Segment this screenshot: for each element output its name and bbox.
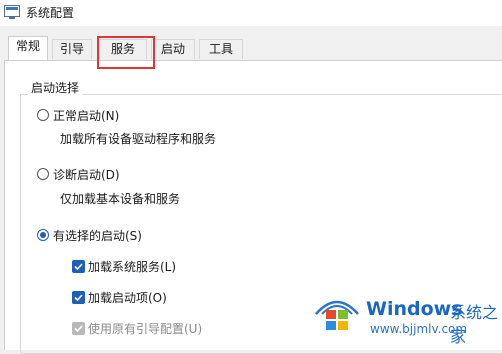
diagnostic-startup-label[interactable]: 诊断启动(D) [53,166,120,183]
watermark: Windows 系统之家 www.bjjmlv.com [314,290,502,346]
load-startup-items-checkbox[interactable] [72,291,85,304]
checkmark-icon [74,263,83,271]
services-tab-highlight [97,36,155,69]
load-system-services-label[interactable]: 加载系统服务(L) [88,258,176,275]
checkmark-icon [74,325,83,333]
tab-boot[interactable]: 引导 [52,39,92,59]
group-title: 启动选择 [28,79,83,96]
diagnostic-startup-radio[interactable] [37,168,49,180]
load-startup-items-label[interactable]: 加载启动项(O) [88,289,167,306]
windows-logo-icon [315,300,359,330]
use-original-boot-config-checkbox [72,322,85,335]
tab-strip: 常规 引导 服务 启动 工具 [0,34,502,60]
selective-startup-radio[interactable] [37,229,49,241]
normal-startup-radio[interactable] [37,109,49,121]
normal-startup-label[interactable]: 正常启动(N) [53,107,119,124]
load-system-services-checkbox[interactable] [72,260,85,273]
watermark-url: www.bjjmlv.com [370,322,468,336]
tab-startup[interactable]: 启动 [151,39,195,59]
title-bar: 系统配置 [0,0,502,26]
diagnostic-startup-description: 仅加载基本设备和服务 [60,192,181,206]
normal-startup-description: 加载所有设备驱动程序和服务 [60,132,217,146]
window-title: 系统配置 [26,6,75,20]
tab-general[interactable]: 常规 [8,36,48,60]
selective-startup-label[interactable]: 有选择的启动(S) [53,227,142,244]
tab-tools[interactable]: 工具 [199,39,243,59]
checkmark-icon [74,294,83,302]
watermark-brand: Windows [366,298,463,320]
use-original-boot-config-label: 使用原有引导配置(U) [88,322,203,336]
msconfig-icon [4,5,20,19]
